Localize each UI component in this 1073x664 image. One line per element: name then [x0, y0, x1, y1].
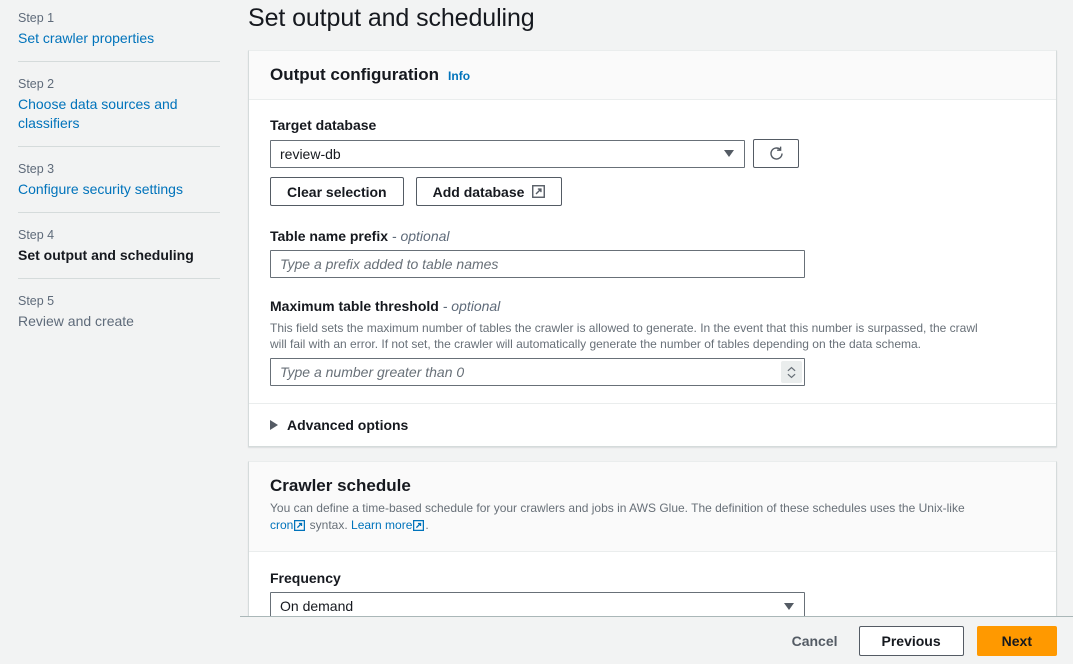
- page-title: Set output and scheduling: [248, 4, 535, 32]
- step-number: Step 4: [18, 228, 55, 242]
- max-threshold-label: Maximum table threshold - optional: [270, 297, 1035, 315]
- sidebar-step-4: Step 4 Set output and scheduling: [18, 225, 220, 265]
- crawler-wizard-page: Step 1 Set crawler properties Step 2 Cho…: [0, 0, 1073, 664]
- max-threshold-optional: - optional: [442, 298, 501, 314]
- crawler-schedule-panel: Crawler schedule You can define a time-b…: [248, 461, 1057, 641]
- chevron-right-icon: [270, 420, 278, 430]
- target-database-select[interactable]: review-db: [270, 139, 745, 168]
- sidebar-divider: [18, 146, 220, 147]
- refresh-databases-button[interactable]: [753, 139, 799, 168]
- sidebar-step-2: Step 2 Choose data sources and classifie…: [18, 74, 220, 133]
- advanced-options-toggle[interactable]: Advanced options: [249, 403, 1056, 446]
- sidebar-divider: [18, 61, 220, 62]
- main-content: Set output and scheduling Output configu…: [240, 0, 1073, 664]
- max-threshold-input[interactable]: Type a number greater than 0: [270, 358, 805, 386]
- chevron-down-icon: [787, 373, 796, 378]
- sidebar-step-3: Step 3 Configure security settings: [18, 159, 220, 199]
- max-threshold-placeholder: Type a number greater than 0: [280, 364, 465, 380]
- cron-link[interactable]: cron: [270, 518, 293, 532]
- sidebar-item-configure-security-settings[interactable]: Configure security settings: [18, 180, 220, 199]
- schedule-desc-part2: syntax.: [306, 518, 352, 532]
- output-configuration-header: Output configuration Info: [249, 51, 1056, 100]
- learn-more-link[interactable]: Learn more: [351, 518, 412, 532]
- table-prefix-label: Table name prefix - optional: [270, 227, 1035, 245]
- sidebar-divider: [18, 278, 220, 279]
- crawler-schedule-heading: Crawler schedule: [270, 476, 411, 495]
- quantity-stepper[interactable]: [781, 361, 802, 383]
- add-database-label: Add database: [432, 183, 525, 200]
- add-database-button[interactable]: Add database: [415, 177, 563, 206]
- output-configuration-heading: Output configuration: [270, 65, 440, 84]
- max-threshold-description: This field sets the maximum number of ta…: [270, 321, 978, 351]
- target-database-value: review-db: [280, 145, 341, 162]
- sidebar-item-review-and-create: Review and create: [18, 313, 134, 329]
- sidebar-item-set-crawler-properties[interactable]: Set crawler properties: [18, 29, 220, 48]
- table-prefix-label-text: Table name prefix: [270, 228, 389, 244]
- chevron-down-icon: [784, 602, 794, 610]
- advanced-options-label: Advanced options: [287, 417, 409, 433]
- previous-button[interactable]: Previous: [858, 625, 964, 656]
- max-threshold-field: Type a number greater than 0: [270, 358, 805, 386]
- external-link-icon: [413, 519, 425, 536]
- step-number: Step 3: [18, 162, 55, 176]
- clear-selection-button[interactable]: Clear selection: [270, 177, 404, 206]
- external-link-icon: [294, 519, 306, 536]
- output-configuration-body: Target database review-db Clear selectio…: [249, 100, 1056, 403]
- step-number: Step 5: [18, 294, 55, 308]
- step-number: Step 2: [18, 77, 55, 91]
- table-prefix-placeholder: Type a prefix added to table names: [280, 256, 499, 272]
- next-button[interactable]: Next: [976, 625, 1057, 656]
- sidebar-item-set-output-and-scheduling: Set output and scheduling: [18, 247, 194, 263]
- crawler-schedule-header: Crawler schedule You can define a time-b…: [249, 462, 1056, 552]
- sidebar-item-choose-data-sources[interactable]: Choose data sources and classifiers: [18, 95, 220, 133]
- crawler-schedule-description: You can define a time-based schedule for…: [270, 500, 980, 536]
- info-link[interactable]: Info: [448, 69, 470, 83]
- table-prefix-input[interactable]: Type a prefix added to table names: [270, 250, 805, 278]
- external-link-icon: [532, 185, 546, 198]
- frequency-label: Frequency: [270, 570, 341, 586]
- schedule-desc-part3: .: [425, 518, 429, 532]
- sidebar-step-1: Step 1 Set crawler properties: [18, 8, 220, 48]
- frequency-value: On demand: [280, 598, 354, 614]
- refresh-icon: [769, 146, 783, 160]
- chevron-up-icon: [787, 366, 796, 371]
- sidebar-divider: [18, 212, 220, 213]
- step-number: Step 1: [18, 11, 55, 25]
- table-prefix-optional: - optional: [391, 228, 450, 244]
- target-database-label: Target database: [270, 117, 377, 133]
- wizard-steps-sidebar: Step 1 Set crawler properties Step 2 Cho…: [0, 0, 240, 664]
- output-configuration-panel: Output configuration Info Target databas…: [248, 50, 1057, 447]
- schedule-desc-part1: You can define a time-based schedule for…: [270, 501, 965, 515]
- wizard-footer: Cancel Previous Next: [240, 616, 1073, 664]
- chevron-down-icon: [724, 150, 734, 157]
- cancel-button[interactable]: Cancel: [784, 633, 846, 649]
- database-action-buttons: Clear selection Add database: [270, 177, 1035, 206]
- target-database-row: review-db: [270, 139, 1035, 168]
- max-threshold-label-text: Maximum table threshold: [270, 298, 439, 314]
- sidebar-step-5: Step 5 Review and create: [18, 291, 220, 331]
